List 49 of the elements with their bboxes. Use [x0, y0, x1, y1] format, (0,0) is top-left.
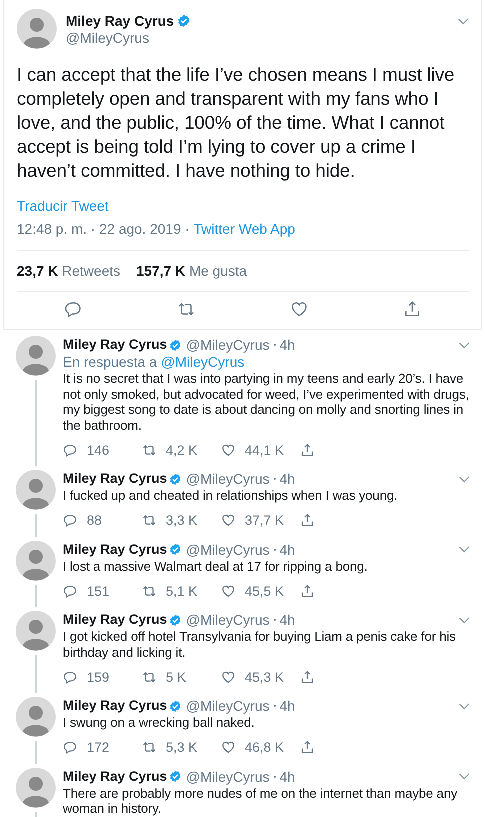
like-button[interactable]: 45,5 K	[221, 584, 300, 598]
like-button[interactable]: 44,1 K	[221, 442, 300, 458]
reply-button[interactable]: 151	[63, 584, 142, 598]
like-button[interactable]: 37,7 K	[221, 513, 300, 528]
mention-link[interactable]: @MileyCyrus	[161, 354, 245, 370]
retweet-button[interactable]: 4,2 K	[142, 442, 221, 458]
reply-context: En respuesta a	[63, 354, 158, 370]
tweet-text: I swung on a wrecking ball naked.	[63, 715, 256, 730]
like-button[interactable]: 45,3 K	[221, 670, 300, 684]
author-handle[interactable]: @MileyCyrus	[186, 470, 270, 488]
timestamp[interactable]: 12:48 p. m. · 22 ago. 2019 ·	[17, 221, 190, 237]
author-handle[interactable]: @MileyCyrus	[186, 540, 270, 558]
post-time[interactable]: 4h	[280, 336, 296, 354]
author-handle[interactable]: @MileyCyrus	[66, 30, 458, 46]
reply-button[interactable]: 159	[63, 670, 142, 684]
retweet-button[interactable]: 5 K	[142, 670, 221, 684]
post-time[interactable]: 4h	[280, 540, 296, 558]
reply-button[interactable]: 88	[63, 513, 142, 528]
retweet-button[interactable]: 5,3 K	[142, 740, 221, 755]
tweet-text: There are probably more nudes of me on the internet than maybe any woman in history.	[63, 786, 458, 816]
tweet-text: I can accept that the life I’ve chosen means I must live completely open and transparent with my fans who I love, and the public, 100% of the time. What I cannot accept is being told I’m lying to cover up a crime I haven’t committed. I have nothing to hide.	[17, 63, 456, 183]
post-time[interactable]: 4h	[280, 697, 296, 715]
author-name[interactable]: Miley Ray Cyrus	[63, 697, 168, 715]
tweet-text: I fucked up and cheated in relationships when I was young.	[63, 488, 399, 504]
author-name[interactable]: Miley Ray Cyrus	[63, 540, 168, 558]
author-name[interactable]: Miley Ray Cyrus	[63, 336, 168, 354]
author-name[interactable]: Miley Ray Cyrus	[63, 470, 168, 488]
author-handle[interactable]: @MileyCyrus	[186, 768, 270, 786]
author-name[interactable]: Miley Ray Cyrus	[66, 13, 174, 29]
author-name[interactable]: Miley Ray Cyrus	[63, 768, 168, 786]
author-handle[interactable]: @MileyCyrus	[186, 336, 270, 354]
post-time[interactable]: 4h	[280, 768, 296, 786]
translate-link[interactable]: Traducir Tweet	[17, 198, 109, 214]
retweet-button[interactable]: 3,3 K	[142, 513, 221, 528]
tweet-text: It is no secret that I was into partying in my teens and early 20’s. I have not only smoked, but advocated for weed, I’ve experimented with drugs, my biggest song to date is about dancing on molly and snorting lines in the bathroom.	[63, 371, 470, 433]
author-name[interactable]: Miley Ray Cyrus	[63, 611, 168, 629]
reply-button[interactable]: 172	[63, 740, 142, 755]
reply-button[interactable]: 146	[63, 442, 142, 458]
author-handle[interactable]: @MileyCyrus	[186, 697, 270, 715]
source-link[interactable]: Twitter Web App	[194, 221, 296, 237]
post-time[interactable]: 4h	[280, 470, 296, 488]
retweet-button[interactable]: 5,1 K	[142, 584, 221, 598]
tweet-text: I lost a massive Walmart deal at 17 for ripping a bong.	[63, 558, 369, 574]
like-button[interactable]: 46,8 K	[221, 740, 300, 755]
stat-link[interactable]: 23,7 K Retweets	[17, 263, 120, 279]
stat-link[interactable]: 157,7 K Me gusta	[136, 263, 248, 279]
post-time[interactable]: 4h	[280, 611, 296, 629]
author-handle[interactable]: @MileyCyrus	[186, 611, 270, 629]
tweet-text: I got kicked off hotel Transylvania for buying Liam a penis cake for his birthday and licking it.	[63, 629, 457, 660]
